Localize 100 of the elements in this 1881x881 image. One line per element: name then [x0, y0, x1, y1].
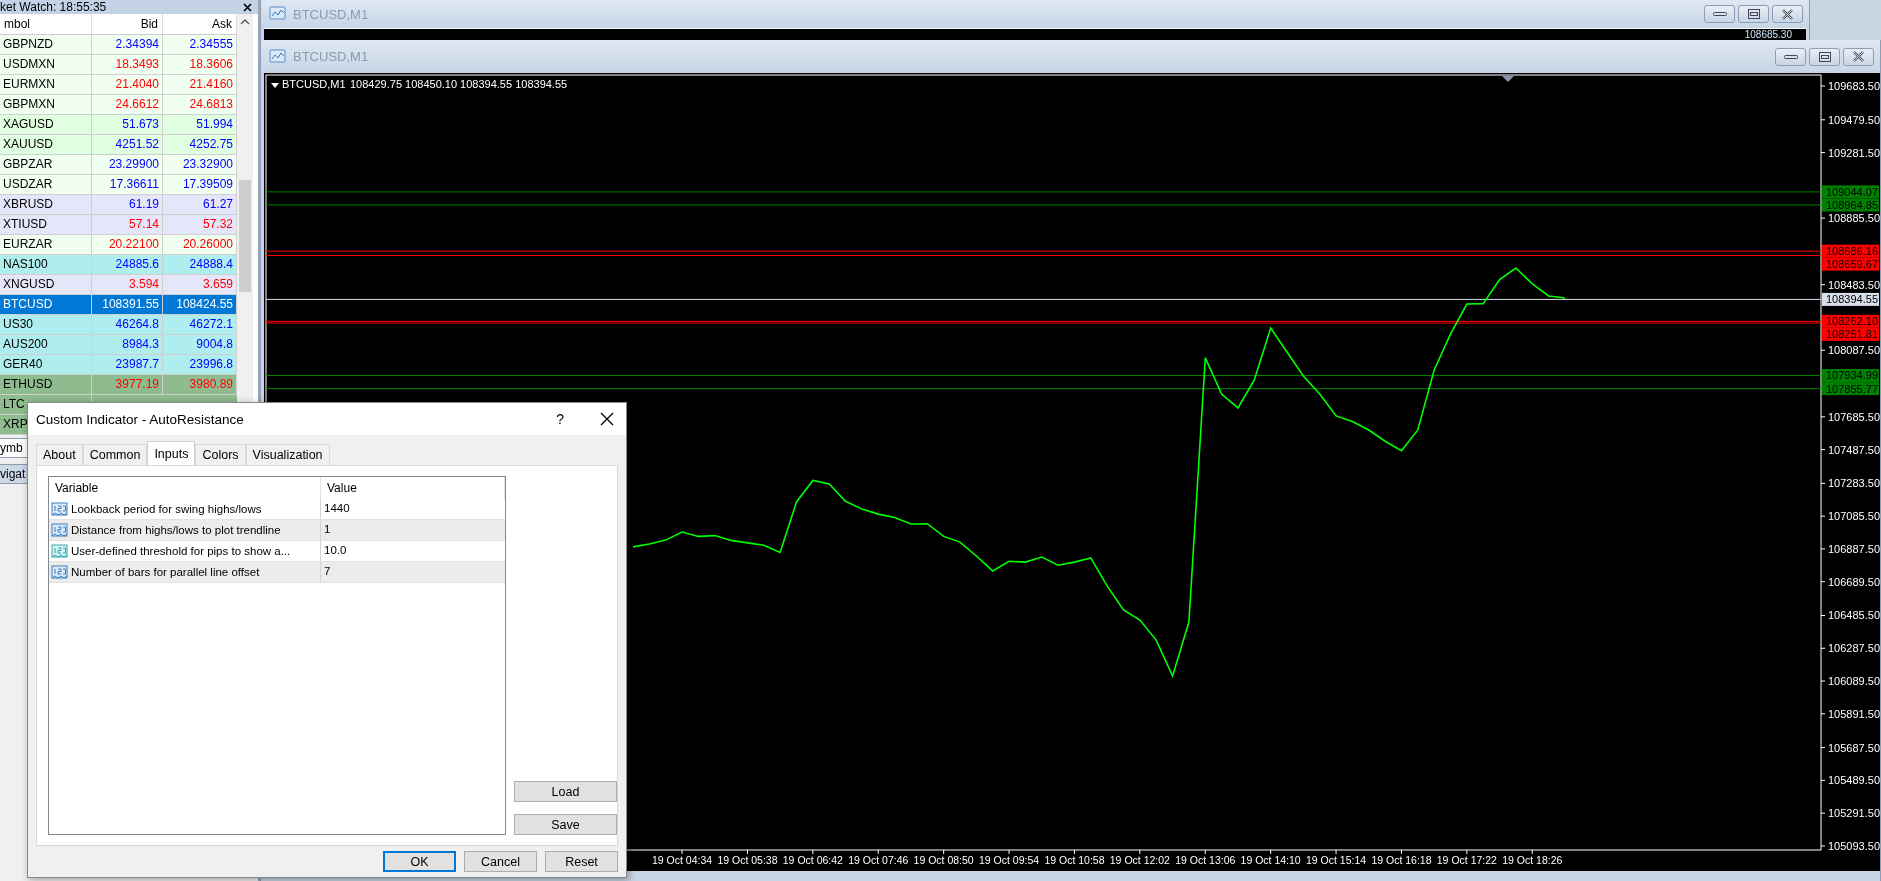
axis-label: 19 Oct 07:46: [848, 854, 909, 866]
window-title: BTCUSD,M1: [293, 49, 370, 64]
side-button[interactable]: Save: [514, 814, 617, 835]
symbol-row[interactable]: NAS100 24885.6 24888.4: [0, 255, 237, 275]
dialog-button[interactable]: Cancel: [464, 851, 537, 872]
parameter-name: Number of bars for parallel line offset: [71, 564, 260, 580]
symbol-text: GER40: [0, 355, 92, 374]
dialog-button[interactable]: OK: [383, 851, 456, 872]
ref-line-label: 109044.07: [1826, 185, 1878, 198]
symbol-text: GBPNZD: [0, 35, 92, 54]
help-button[interactable]: ?: [556, 411, 564, 427]
price-text: 17.36611: [92, 175, 163, 194]
dialog-tab[interactable]: Visualization: [245, 444, 330, 465]
ohlc-values: 108429.75 108450.10 108394.55 108394.55: [350, 78, 568, 90]
price-text: 21.4040: [92, 75, 163, 94]
symbol-row[interactable]: US30 46264.8 46272.1: [0, 315, 237, 335]
close-icon[interactable]: [600, 412, 614, 426]
symbol-row[interactable]: GBPMXN 24.6612 24.6813: [0, 95, 237, 115]
column-header[interactable]: Value: [321, 477, 505, 499]
symbol-row[interactable]: EURMXN 21.4040 21.4160: [0, 75, 237, 95]
symbol-row[interactable]: XAGUSD 51.673 51.994: [0, 115, 237, 135]
symbol-row[interactable]: GBPNZD 2.34394 2.34555: [0, 35, 237, 55]
price-text: 23.29900: [92, 155, 163, 174]
maximize-icon[interactable]: [1818, 51, 1831, 62]
axis-label: 109281.50: [1828, 146, 1880, 159]
symbol-text: USDZAR: [0, 175, 92, 194]
parameter-value[interactable]: 1: [321, 520, 505, 540]
close-button[interactable]: [1843, 47, 1874, 66]
axis-label: 19 Oct 14:10: [1240, 854, 1301, 866]
minimize-icon[interactable]: [1712, 12, 1727, 16]
symbol-row[interactable]: XNGUSD 3.594 3.659: [0, 275, 237, 295]
price-tag: 108964.85: [1822, 198, 1879, 212]
symbol-row[interactable]: BTCUSD 108391.55 108424.55: [0, 295, 237, 315]
symbol-row[interactable]: USDMXN 18.3493 18.3606: [0, 55, 237, 75]
symbol-row[interactable]: XAUUSD 4251.52 4252.75: [0, 135, 237, 155]
price-text: 4251.52: [92, 135, 163, 154]
symbol-row[interactable]: XBRUSD 61.19 61.27: [0, 195, 237, 215]
axis-label: 106887.50: [1828, 542, 1880, 555]
axis-label: 109683.50: [1828, 80, 1880, 92]
column-header[interactable]: Bid: [92, 14, 163, 34]
axis-label: 19 Oct 10:58: [1044, 854, 1105, 866]
price-tag: 108394.55: [1822, 292, 1879, 306]
close-button[interactable]: [1772, 5, 1803, 23]
dialog-button[interactable]: Reset: [545, 851, 618, 872]
price-text: 3977.19: [92, 375, 163, 394]
minimize-button[interactable]: [1775, 47, 1806, 66]
parameter-value[interactable]: 10.0: [321, 541, 505, 561]
side-button[interactable]: Load: [514, 781, 617, 802]
price-text: 57.14: [92, 215, 163, 234]
maximize-button[interactable]: [1738, 5, 1769, 23]
integer-type-icon: [51, 564, 68, 580]
dialog-tab[interactable]: Inputs: [147, 441, 196, 465]
symbol-row[interactable]: USDZAR 17.36611 17.39509: [0, 175, 237, 195]
symbol-label: BTCUSD,M1: [282, 78, 346, 90]
dialog-tab[interactable]: About: [36, 444, 83, 465]
symbol-text: GBPMXN: [0, 95, 92, 114]
decimal-type-icon: [51, 543, 68, 559]
panel-tab[interactable]: ymb: [0, 438, 30, 458]
symbol-row[interactable]: XTIUSD 57.14 57.32: [0, 215, 237, 235]
symbol-row[interactable]: GBPZAR 23.29900 23.32900: [0, 155, 237, 175]
dropdown-icon[interactable]: [271, 83, 279, 88]
parameter-value[interactable]: 7: [321, 562, 505, 582]
maximize-button[interactable]: [1809, 47, 1840, 66]
parameter-list[interactable]: Variable Value Lookback period for swing highs/lows 1440 Distance from highs/lows to plot trendline 1 User-defined threshold for pips to show a... 10.0 Number of bars for parallel line offset 7: [48, 476, 506, 835]
price-text: 8984.3: [92, 335, 163, 354]
ref-line-label: 108964.85: [1826, 198, 1878, 211]
symbol-row[interactable]: ETHUSD 3977.19 3980.89: [0, 375, 237, 395]
price-text: 20.22100: [92, 235, 163, 254]
symbol-text: XTIUSD: [0, 215, 92, 234]
dialog-tab[interactable]: Common: [82, 444, 148, 465]
symbol-row[interactable]: EURZAR 20.22100 20.26000: [0, 235, 237, 255]
symbol-text: ETHUSD: [0, 375, 92, 394]
symbol-row[interactable]: AUS200 8984.3 9004.8: [0, 335, 237, 355]
symbol-row[interactable]: GER40 23987.7 23996.8: [0, 355, 237, 375]
column-header[interactable]: Variable: [49, 477, 321, 499]
axis-label: 107685.50: [1828, 410, 1880, 423]
minimize-icon[interactable]: [1783, 54, 1798, 59]
ref-line-label: 108686.16: [1826, 245, 1878, 258]
axis-label: 19 Oct 04:34: [652, 854, 713, 866]
chart-window-icon: [269, 48, 287, 65]
symbol-text: USDMXN: [0, 55, 92, 74]
minimize-button[interactable]: [1704, 5, 1735, 23]
integer-type-icon: [51, 522, 68, 538]
axis-label: 107487.50: [1828, 443, 1880, 456]
scroll-up-icon[interactable]: [240, 19, 250, 25]
shift-marker-icon[interactable]: [1502, 76, 1514, 82]
close-icon[interactable]: [1853, 51, 1864, 62]
parameter-value[interactable]: 1440: [321, 499, 505, 519]
close-icon[interactable]: [243, 2, 252, 12]
ref-line-label: 108659.67: [1826, 258, 1878, 271]
axis-label: 19 Oct 08:50: [913, 854, 974, 866]
symbol-text: NAS100: [0, 255, 92, 274]
close-icon[interactable]: [1782, 8, 1793, 20]
ref-line-label: 108394.55: [1826, 293, 1878, 306]
scrollbar-thumb[interactable]: [239, 180, 251, 292]
dialog-tab[interactable]: Colors: [195, 444, 246, 465]
symbol-text: XNGUSD: [0, 275, 92, 294]
symbol-text: EURZAR: [0, 235, 92, 254]
column-header[interactable]: mbol: [0, 14, 92, 34]
maximize-icon[interactable]: [1747, 9, 1760, 19]
